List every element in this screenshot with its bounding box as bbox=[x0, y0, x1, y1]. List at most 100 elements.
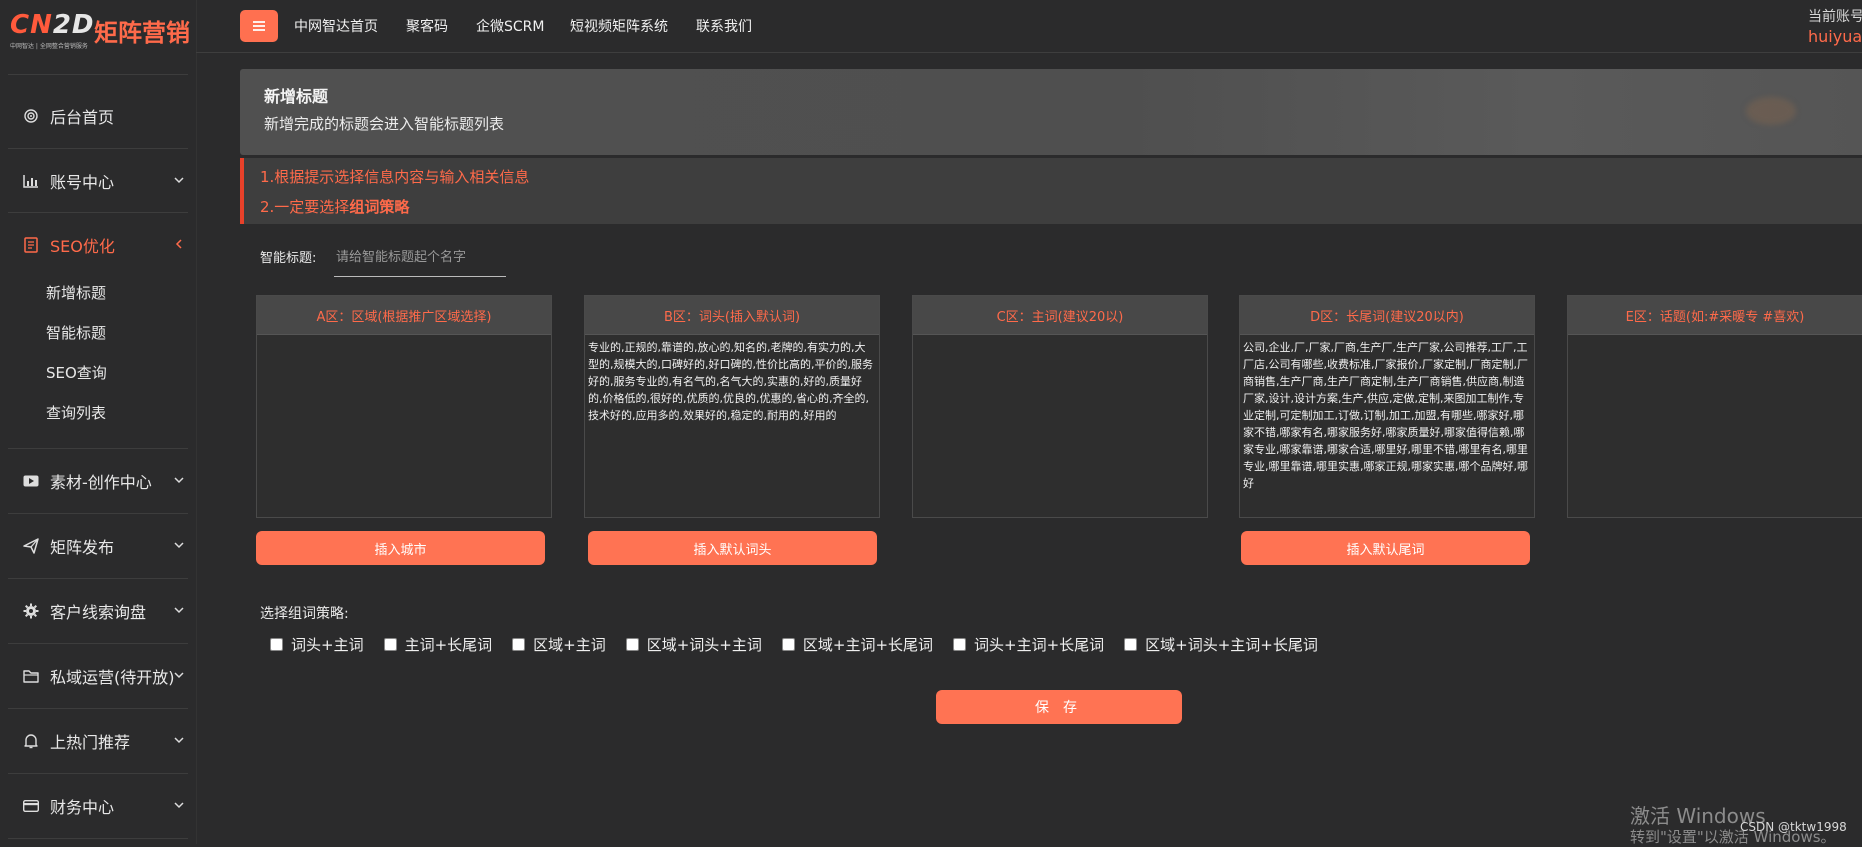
strategy-option-label: 词头+主词+长尾词 bbox=[974, 636, 1105, 654]
chevron-down-icon bbox=[174, 672, 184, 679]
smart-title-input[interactable] bbox=[334, 238, 506, 277]
sidebar-item-label: 上热门推荐 bbox=[50, 733, 131, 752]
header-decoration bbox=[1746, 97, 1796, 125]
strategy-option-all[interactable]: 区域+词头+主词+长尾词 bbox=[1124, 634, 1318, 655]
sidebar-item-trending[interactable]: 上热门推荐 bbox=[0, 709, 196, 773]
checkbox[interactable] bbox=[270, 638, 283, 651]
chevron-down-icon bbox=[174, 542, 184, 549]
zone-d: D区：长尾词(建议20以内) 公司,企业,厂,厂家,厂商,生产厂,生产厂家,公司… bbox=[1239, 295, 1535, 518]
sidebar-item-label: 客户线索询盘 bbox=[50, 603, 147, 622]
zone-a: A区：区域(根据推广区域选择) bbox=[256, 295, 552, 518]
gear-icon bbox=[22, 602, 40, 620]
nav-link-video-matrix[interactable]: 短视频矩阵系统 bbox=[570, 16, 668, 36]
target-icon bbox=[22, 107, 40, 125]
send-icon bbox=[22, 537, 40, 555]
sidebar-subitem-query-list[interactable]: 查询列表 bbox=[46, 402, 106, 423]
notice-line-2-prefix: 2.一定要选择 bbox=[260, 198, 350, 216]
logo-mark-2d: 2D bbox=[52, 10, 95, 40]
strategy-option-label: 主词+长尾词 bbox=[404, 636, 493, 654]
sidebar-item-finance[interactable]: 财务中心 bbox=[0, 774, 196, 838]
page-header: 新增标题 新增完成的标题会进入智能标题列表 bbox=[240, 69, 1862, 155]
sidebar-item-private[interactable]: 私域运营(待开放) bbox=[0, 644, 196, 708]
nav-link-scrm[interactable]: 企微SCRM bbox=[476, 16, 544, 36]
sidebar-item-label: 后台首页 bbox=[50, 108, 115, 127]
checkbox[interactable] bbox=[512, 638, 526, 651]
sidebar-item-label: 财务中心 bbox=[50, 798, 115, 817]
strategy-option-region-main-suffix[interactable]: 区域+主词+长尾词 bbox=[781, 634, 934, 655]
chevron-left-icon bbox=[175, 239, 182, 249]
page-subtitle: 新增完成的标题会进入智能标题列表 bbox=[264, 115, 505, 133]
strategy-option-label: 区域+主词+长尾词 bbox=[802, 636, 934, 654]
zone-a-title: A区：区域(根据推广区域选择) bbox=[257, 296, 551, 335]
strategy-option-label: 区域+词头+主词 bbox=[646, 636, 762, 654]
divider bbox=[8, 74, 188, 75]
logo-mark: CN2D bbox=[10, 10, 95, 40]
checkbox[interactable] bbox=[953, 638, 967, 651]
checkbox[interactable] bbox=[1124, 638, 1138, 651]
nav-link-contact[interactable]: 联系我们 bbox=[696, 16, 752, 36]
sidebar-item-label: 素材-创作中心 bbox=[50, 473, 152, 492]
menu-toggle-button[interactable] bbox=[240, 10, 278, 42]
zone-c-title: C区：主词(建议20以) bbox=[913, 296, 1207, 335]
logo-brand: 矩阵营销 bbox=[94, 19, 190, 47]
checkbox[interactable] bbox=[781, 638, 795, 651]
sidebar-item-publish[interactable]: 矩阵发布 bbox=[0, 514, 196, 578]
sidebar-item-account[interactable]: 账号中心 bbox=[0, 149, 196, 213]
sidebar-subitem-seo-query[interactable]: SEO查询 bbox=[46, 362, 107, 383]
sidebar-subitem-new-title[interactable]: 新增标题 bbox=[46, 282, 106, 303]
notice-line-2-emphasis: 组词策略 bbox=[349, 198, 410, 216]
insert-default-suffix-button[interactable]: 插入默认尾词 bbox=[1241, 531, 1530, 565]
sidebar-item-leads[interactable]: 客户线索询盘 bbox=[0, 579, 196, 643]
zone-d-textarea[interactable]: 公司,企业,厂,厂家,厂商,生产厂,生产厂家,公司推荐,工厂,工厂店,公司有哪些… bbox=[1240, 335, 1534, 516]
current-account-name[interactable]: huiyuan bbox=[1808, 27, 1862, 46]
zone-c-textarea[interactable] bbox=[913, 335, 1207, 516]
chevron-down-icon bbox=[174, 802, 184, 809]
insert-city-button[interactable]: 插入城市 bbox=[256, 531, 545, 565]
sidebar-item-seo[interactable]: SEO优化 bbox=[0, 213, 196, 277]
folder-icon bbox=[22, 667, 40, 685]
strategy-option-prefix-main[interactable]: 词头+主词 bbox=[270, 634, 364, 655]
sidebar-item-label: SEO优化 bbox=[50, 237, 115, 256]
strategy-label: 选择组词策略: bbox=[260, 606, 349, 622]
chevron-down-icon bbox=[174, 477, 184, 484]
zone-b: B区：词头(插入默认词) 专业的,正规的,靠谱的,放心的,知名的,老牌的,有实力… bbox=[584, 295, 880, 518]
chevron-down-icon bbox=[174, 737, 184, 744]
checkbox[interactable] bbox=[625, 638, 639, 651]
zone-a-textarea[interactable] bbox=[257, 335, 551, 516]
nav-link-home[interactable]: 中网智达首页 bbox=[294, 16, 378, 36]
video-icon bbox=[22, 472, 40, 490]
smart-title-label: 智能标题: bbox=[260, 251, 317, 266]
sidebar-item-material[interactable]: 素材-创作中心 bbox=[0, 449, 196, 513]
sidebar-item-home[interactable]: 后台首页 bbox=[0, 84, 196, 148]
insert-default-prefix-button[interactable]: 插入默认词头 bbox=[588, 531, 877, 565]
sidebar-item-label: 账号中心 bbox=[50, 173, 115, 192]
chevron-down-icon bbox=[174, 607, 184, 614]
nav-link-jukema[interactable]: 聚客码 bbox=[406, 16, 448, 36]
strategy-option-region-prefix-main[interactable]: 区域+词头+主词 bbox=[625, 634, 762, 655]
zone-b-title: B区：词头(插入默认词) bbox=[585, 296, 879, 335]
notice-line-2: 2.一定要选择组词策略 bbox=[260, 196, 409, 217]
strategy-options: 词头+主词 主词+长尾词 区域+主词 区域+词头+主词 区域+主词+长尾词 词头… bbox=[270, 634, 1338, 655]
sidebar-item-label: 矩阵发布 bbox=[50, 538, 115, 557]
sidebar: CN2D 矩阵营销 中网智达 | 全网整合营销服务 后台首页 账号中心 SEO优… bbox=[0, 0, 197, 844]
zone-e: E区：话题(如:#采暖专 #喜欢) bbox=[1567, 295, 1862, 518]
bell-icon bbox=[22, 732, 40, 750]
save-button[interactable]: 保存 bbox=[936, 690, 1182, 724]
sidebar-item-label: 私域运营(待开放) bbox=[50, 668, 175, 687]
checkbox[interactable] bbox=[383, 638, 397, 651]
strategy-option-label: 词头+主词 bbox=[291, 636, 364, 654]
csdn-watermark: CSDN @tktw1998 bbox=[1740, 820, 1847, 834]
zone-e-textarea[interactable] bbox=[1568, 335, 1862, 516]
strategy-option-region-main[interactable]: 区域+主词 bbox=[512, 634, 606, 655]
zone-b-textarea[interactable]: 专业的,正规的,靠谱的,放心的,知名的,老牌的,有实力的,大型的,规模大的,口碑… bbox=[585, 335, 879, 516]
zone-e-title: E区：话题(如:#采暖专 #喜欢) bbox=[1568, 296, 1862, 335]
logo[interactable]: CN2D 矩阵营销 中网智达 | 全网整合营销服务 bbox=[10, 10, 196, 50]
strategy-option-prefix-main-suffix[interactable]: 词头+主词+长尾词 bbox=[953, 634, 1104, 655]
notice-line-1: 1.根据提示选择信息内容与输入相关信息 bbox=[260, 168, 530, 186]
page-title: 新增标题 bbox=[264, 87, 329, 106]
instructions-notice: 1.根据提示选择信息内容与输入相关信息 2.一定要选择组词策略 bbox=[240, 158, 1862, 224]
logo-mark-cn: CN bbox=[10, 10, 53, 40]
chevron-down-icon bbox=[174, 177, 184, 184]
strategy-option-main-suffix[interactable]: 主词+长尾词 bbox=[383, 634, 493, 655]
sidebar-subitem-smart-title[interactable]: 智能标题 bbox=[46, 322, 106, 343]
